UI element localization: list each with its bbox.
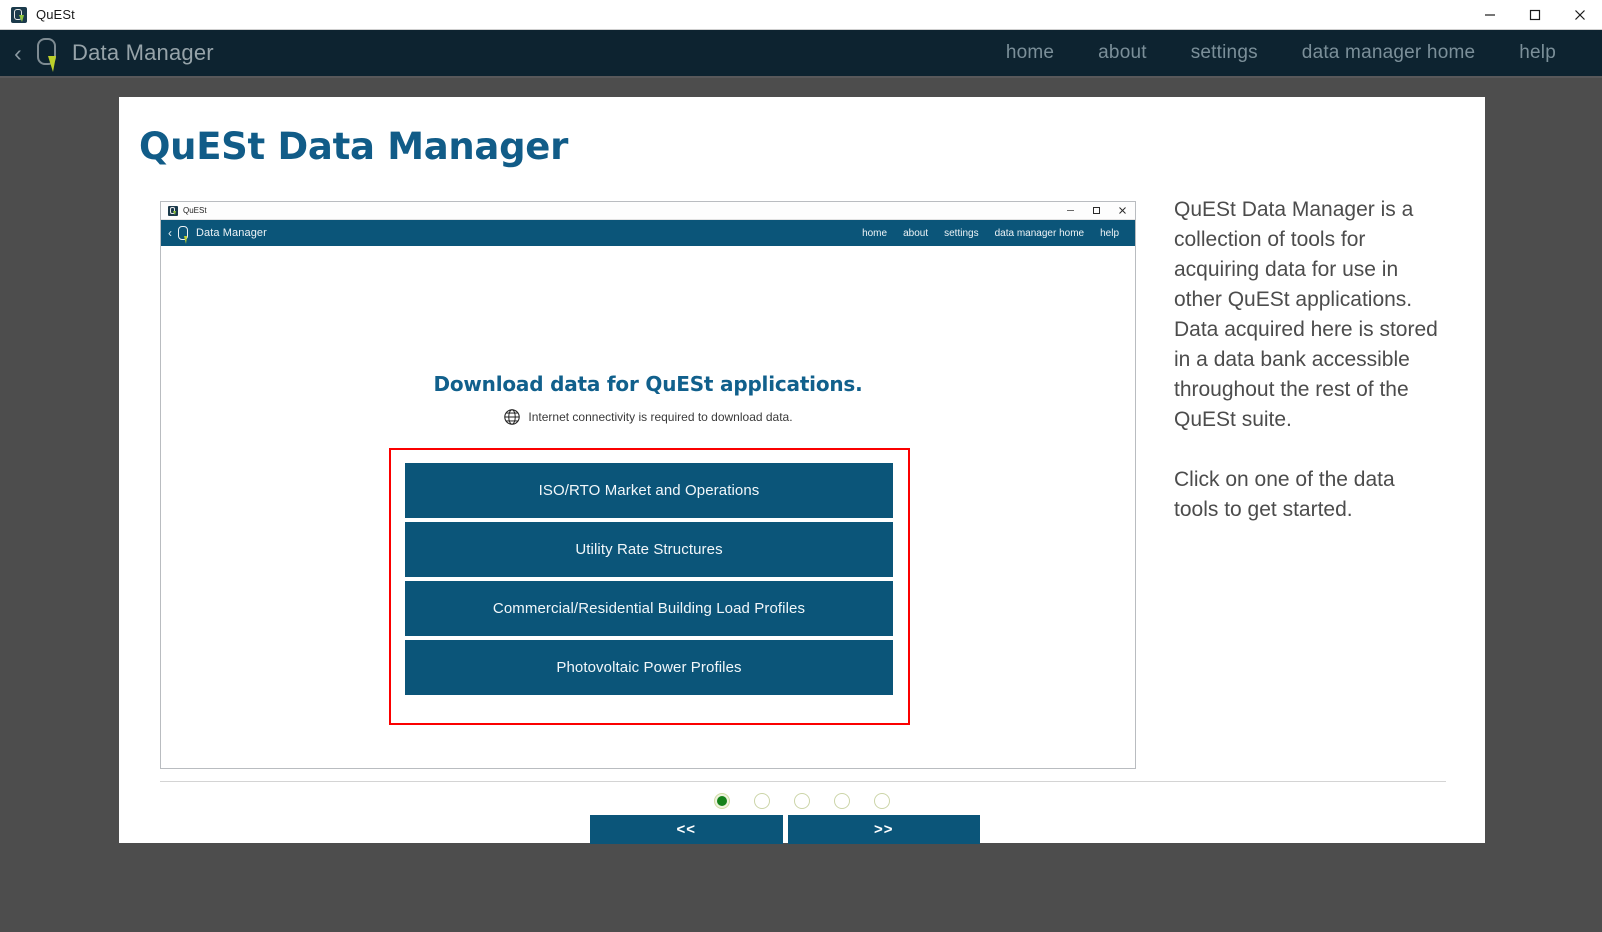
embedded-nav-link-data-manager-home: data manager home — [994, 227, 1085, 239]
embedded-nav-link-about: about — [903, 227, 929, 239]
embedded-navbar-title: Data Manager — [196, 227, 267, 239]
description-panel: QuESt Data Manager is a collection of to… — [1174, 195, 1442, 525]
connectivity-note: Internet connectivity is required to dow… — [161, 408, 1135, 426]
embedded-navbar-links: home about settings data manager home he… — [854, 228, 1135, 239]
carousel-dot-2[interactable] — [754, 793, 770, 809]
globe-icon — [503, 408, 521, 426]
os-window-controls — [1467, 0, 1602, 30]
connectivity-note-text: Internet connectivity is required to dow… — [528, 410, 793, 424]
carousel-pager: << >> — [590, 815, 980, 844]
carousel-dots — [119, 793, 1485, 809]
carousel-dot-4[interactable] — [834, 793, 850, 809]
os-window-title: QuESt — [36, 7, 75, 22]
close-icon[interactable] — [1557, 0, 1602, 30]
carousel-dot-3[interactable] — [794, 793, 810, 809]
embedded-navbar: ‹ Data Manager home about settings data … — [161, 220, 1135, 246]
description-paragraph-1: QuESt Data Manager is a collection of to… — [1174, 198, 1438, 431]
quest-logo-icon — [11, 6, 27, 23]
back-chevron-icon: ‹ — [168, 226, 172, 240]
nav-link-settings[interactable]: settings — [1169, 42, 1280, 64]
embedded-body: Download data for QuESt applications. In… — [161, 246, 1135, 768]
tool-button-building-load-profiles[interactable]: Commercial/Residential Building Load Pro… — [405, 581, 893, 636]
app-navbar: ‹ Data Manager home about settings data … — [0, 30, 1602, 78]
carousel-dot-5[interactable] — [874, 793, 890, 809]
data-tool-list: ISO/RTO Market and Operations Utility Ra… — [405, 463, 893, 695]
highlight-box: ISO/RTO Market and Operations Utility Ra… — [389, 448, 910, 725]
nav-link-about[interactable]: about — [1076, 42, 1169, 64]
app-navbar-title: Data Manager — [72, 40, 214, 65]
minimize-icon — [1057, 202, 1083, 220]
embedded-nav-link-help: help — [1100, 227, 1119, 239]
embedded-window-controls — [1057, 202, 1135, 220]
quest-logo-icon — [32, 35, 62, 72]
pager-divider — [160, 781, 1446, 782]
tool-button-pv-power-profiles[interactable]: Photovoltaic Power Profiles — [405, 640, 893, 695]
close-icon — [1109, 202, 1135, 220]
embedded-nav-link-settings: settings — [944, 227, 979, 239]
nav-link-home[interactable]: home — [984, 42, 1076, 64]
quest-logo-icon — [176, 224, 191, 244]
next-button[interactable]: >> — [787, 815, 980, 844]
previous-button[interactable]: << — [590, 815, 783, 844]
quest-logo-icon — [168, 205, 178, 216]
maximize-icon — [1083, 202, 1109, 220]
carousel-dot-1[interactable] — [714, 793, 730, 809]
main-canvas: QuESt Data Manager QuESt ‹ Data Manager … — [0, 80, 1602, 932]
nav-link-data-manager-home[interactable]: data manager home — [1280, 42, 1497, 64]
embedded-screenshot: QuESt ‹ Data Manager home about settings… — [160, 201, 1136, 769]
tool-button-utility-rate-structures[interactable]: Utility Rate Structures — [405, 522, 893, 577]
description-paragraph-2: Click on one of the data tools to get st… — [1174, 468, 1395, 521]
tool-button-iso-rto[interactable]: ISO/RTO Market and Operations — [405, 463, 893, 518]
app-navbar-links: home about settings data manager home he… — [984, 42, 1602, 64]
content-card: QuESt Data Manager QuESt ‹ Data Manager … — [119, 97, 1485, 844]
minimize-icon[interactable] — [1467, 0, 1512, 30]
download-heading: Download data for QuESt applications. — [433, 372, 863, 396]
maximize-icon[interactable] — [1512, 0, 1557, 30]
back-chevron-icon[interactable]: ‹ — [6, 36, 30, 70]
embedded-nav-link-home: home — [862, 227, 888, 239]
page-title: QuESt Data Manager — [139, 125, 569, 168]
nav-link-help[interactable]: help — [1497, 42, 1578, 64]
embedded-window-title: QuESt — [183, 206, 207, 215]
os-window-titlebar: QuESt — [0, 0, 1602, 30]
embedded-titlebar: QuESt — [161, 202, 1135, 220]
